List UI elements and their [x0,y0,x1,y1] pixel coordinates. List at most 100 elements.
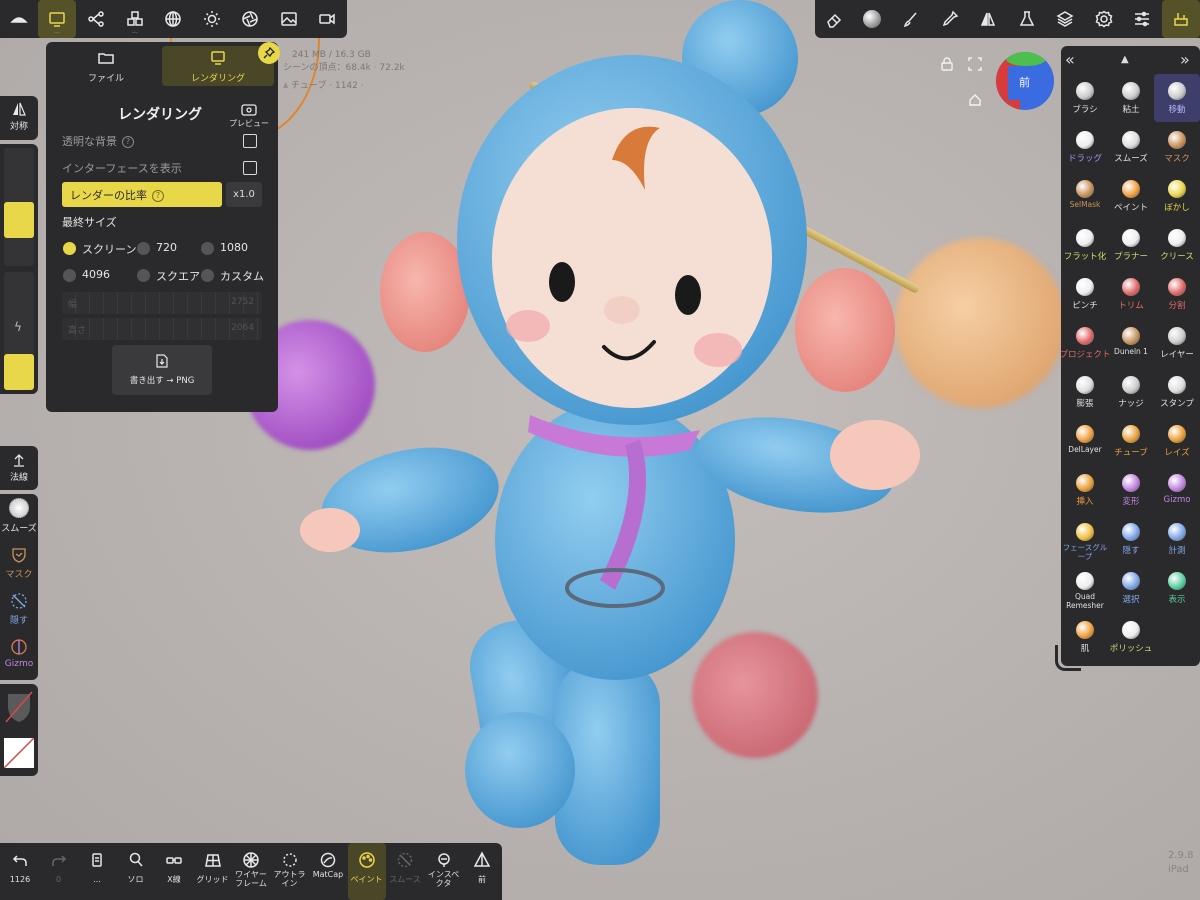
bottom-inspector-button[interactable]: インスペクタ [425,843,463,900]
layers-icon[interactable] [1046,0,1084,38]
intensity-slider[interactable]: ϟ [4,272,34,390]
bottom-redo-button[interactable]: 0 [40,843,78,900]
radio-screen[interactable] [63,242,76,255]
quick-hide[interactable]: 隠す [0,592,38,626]
tool-13[interactable]: トリム [1108,270,1154,318]
eraser-icon[interactable] [815,0,853,38]
collapse-right-icon[interactable]: » [1180,50,1190,69]
tool-0[interactable]: ブラシ [1062,74,1108,122]
bottom-outline-button[interactable]: アウトライン [271,843,309,900]
tool-16[interactable]: Duneln 1 [1108,319,1154,367]
pin-button[interactable] [258,42,280,64]
orientation-gizmo[interactable]: 前 [996,52,1054,110]
tool-30[interactable]: Quad Remesher [1062,564,1108,612]
tool-25[interactable]: 変形 [1108,466,1154,514]
transparent-bg-checkbox[interactable] [243,134,257,148]
image-icon[interactable] [270,0,308,38]
tool-10[interactable]: プラナー [1108,221,1154,269]
tool-9[interactable]: フラット化 [1062,221,1108,269]
tool-34[interactable]: ポリッシュ [1108,613,1154,661]
normal-toggle[interactable]: 法線 [0,453,38,483]
tool-4[interactable]: スムーズ [1108,123,1154,171]
radio-custom[interactable] [201,269,214,282]
ratio-value[interactable]: x1.0 [226,182,262,207]
tab-file[interactable]: ファイル [50,46,162,86]
radio-4096[interactable] [63,269,76,282]
help-icon[interactable]: ? [122,136,134,148]
preview-button[interactable]: プレビュー [226,104,272,129]
radio-1080[interactable] [201,242,214,255]
symmetry-toggle[interactable]: 対称 [0,102,38,132]
quick-mask[interactable]: マスク [0,546,38,580]
tool-6[interactable]: SelMask [1062,172,1108,220]
tool-31[interactable]: 選択 [1108,564,1154,612]
home-icon[interactable] [968,92,982,106]
tool-19[interactable]: ナッジ [1108,368,1154,416]
material-swatch[interactable] [4,690,34,724]
bottom-smooth-button[interactable]: スムース [386,843,424,900]
tool-8[interactable]: ぼかし [1154,172,1200,220]
bottom-history-button[interactable]: ... [78,843,116,900]
bottom-search-button[interactable]: ソロ [117,843,155,900]
collapse-left-icon[interactable]: « [1065,50,1075,69]
brush-icon[interactable] [892,0,930,38]
color-swatch[interactable] [4,738,34,768]
show-interface-checkbox[interactable] [243,161,257,175]
help-icon[interactable]: ? [152,190,164,202]
tool-18[interactable]: 膨張 [1062,368,1108,416]
tools-icon[interactable] [1162,0,1200,38]
tool-7[interactable]: ペイント [1108,172,1154,220]
panel-resize-handle[interactable] [1055,645,1081,671]
tool-15[interactable]: プロジェクト [1060,319,1111,367]
tool-21[interactable]: DelLayer [1062,417,1108,465]
quick-gizmo[interactable]: Gizmo [0,638,38,669]
symmetry-icon[interactable] [969,0,1007,38]
lock-icon[interactable] [940,56,954,71]
tool-29[interactable]: 計測 [1154,515,1200,563]
bottom-view-button[interactable]: 前 [463,843,501,900]
tool-22[interactable]: チューブ [1108,417,1154,465]
tool-14[interactable]: 分割 [1154,270,1200,318]
tool-23[interactable]: レイズ [1154,417,1200,465]
tool-17[interactable]: レイヤー [1154,319,1200,367]
bottom-glasses-button[interactable]: X線 [155,843,193,900]
bottom-undo-button[interactable]: 1126 [1,843,39,900]
sun-icon[interactable] [193,0,231,38]
fullscreen-icon[interactable] [968,56,982,71]
render-ratio-slider[interactable]: レンダーの比率? [62,182,222,207]
sphere-grid-icon[interactable] [154,0,192,38]
tool-20[interactable]: スタンプ [1154,368,1200,416]
tool-26[interactable]: Gizmo [1154,466,1200,514]
picker-icon[interactable] [931,0,969,38]
sliders-icon[interactable] [1123,0,1161,38]
aperture-icon[interactable] [231,0,269,38]
flask-icon[interactable] [1008,0,1046,38]
quick-smooth[interactable]: スムーズ [0,498,38,534]
tool-32[interactable]: 表示 [1154,564,1200,612]
left-normal-block: 法線 [0,446,38,490]
tool-11[interactable]: クリース [1154,221,1200,269]
monitor-icon[interactable]: ··· [38,0,76,38]
tool-5[interactable]: マスク [1154,123,1200,171]
tool-24[interactable]: 挿入 [1062,466,1108,514]
bottom-grid-button[interactable]: グリッド [194,843,232,900]
tool-12[interactable]: ピンチ [1062,270,1108,318]
export-png-button[interactable]: 書き出す → PNG [112,345,212,395]
scene-graph-icon[interactable] [77,0,115,38]
tool-28[interactable]: 隠す [1108,515,1154,563]
gear-icon[interactable] [1085,0,1123,38]
tool-27[interactable]: フェースグループ [1062,515,1108,563]
material-ball-icon[interactable] [853,0,891,38]
bottom-palette-button[interactable]: ペイント [347,843,386,900]
tool-1[interactable]: 粘土 [1108,74,1154,122]
nomad-logo-icon[interactable] [0,0,38,38]
radio-720[interactable] [137,242,150,255]
radius-slider[interactable] [4,148,34,266]
radio-square[interactable] [137,269,150,282]
tool-2[interactable]: 移動 [1154,74,1200,122]
tool-3[interactable]: ドラッグ [1062,123,1108,171]
cubes-icon[interactable]: ··· [116,0,154,38]
bottom-wireframe-button[interactable]: ワイヤーフレーム [232,843,270,900]
video-camera-icon[interactable] [308,0,346,38]
bottom-matcap-button[interactable]: MatCap [309,843,347,900]
